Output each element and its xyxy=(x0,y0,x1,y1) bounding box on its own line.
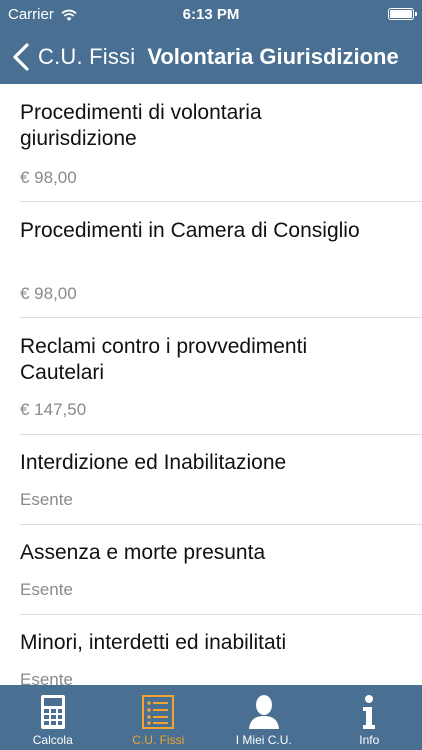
chevron-left-icon xyxy=(13,43,29,71)
item-price: Esente xyxy=(20,580,73,599)
item-price: € 98,00 xyxy=(20,284,77,303)
item-title: Interdizione ed Inabilitazione xyxy=(20,451,287,474)
tab-calcola[interactable]: Calcola xyxy=(0,685,106,750)
tab-label: Info xyxy=(359,733,380,747)
item-price: Esente xyxy=(20,490,73,509)
tab-bar: Calcola C.U. Fissi I Miei C.U. Info xyxy=(0,685,422,750)
navigation-bar: C.U. Fissi Volontaria Giurisdizione xyxy=(0,30,422,84)
item-title: Reclami contro i provvedimenti Cautelari xyxy=(20,335,308,384)
item-title: Procedimenti in Camera di Consiglio xyxy=(20,219,360,242)
tab-label: C.U. Fissi xyxy=(132,733,185,747)
status-time: 6:13 PM xyxy=(182,6,240,23)
item-title: Assenza e morte presunta xyxy=(20,541,266,564)
tab-label: Calcola xyxy=(32,733,73,747)
page-title: Volontaria Giurisdizione xyxy=(147,44,399,69)
person-icon xyxy=(248,695,279,729)
calculator-icon xyxy=(40,695,65,729)
item-title: Minori, interdetti ed inabilitati xyxy=(20,631,287,654)
item-price: € 147,50 xyxy=(20,400,87,419)
list-item[interactable]: Procedimenti di volontaria giurisdizione… xyxy=(0,84,422,202)
status-bar: Carrier 6:13 PM xyxy=(0,0,422,30)
list-item[interactable]: Procedimenti in Camera di Consiglio € 98… xyxy=(0,202,422,318)
back-label: C.U. Fissi xyxy=(38,44,136,69)
list-item[interactable]: Minori, interdetti ed inabilitati Esente xyxy=(0,615,422,685)
tab-cu-fissi[interactable]: C.U. Fissi xyxy=(106,685,212,750)
list-icon xyxy=(142,695,175,729)
tab-label: I Miei C.U. xyxy=(235,733,292,747)
list-item[interactable]: Reclami contro i provvedimenti Cautelari… xyxy=(0,318,422,435)
tab-i-miei-cu[interactable]: I Miei C.U. xyxy=(211,685,317,750)
item-price: € 98,00 xyxy=(20,168,77,187)
item-title: Procedimenti di volontaria giurisdizione xyxy=(20,101,262,150)
tab-info[interactable]: Info xyxy=(317,685,422,750)
item-price: Esente xyxy=(20,670,73,685)
back-button[interactable]: C.U. Fissi xyxy=(0,43,135,71)
list-item[interactable]: Interdizione ed Inabilitazione Esente xyxy=(0,435,422,525)
list-item[interactable]: Assenza e morte presunta Esente xyxy=(0,525,422,615)
info-icon xyxy=(363,695,376,729)
fee-list: Procedimenti di volontaria giurisdizione… xyxy=(0,84,422,685)
battery-icon xyxy=(388,8,417,20)
